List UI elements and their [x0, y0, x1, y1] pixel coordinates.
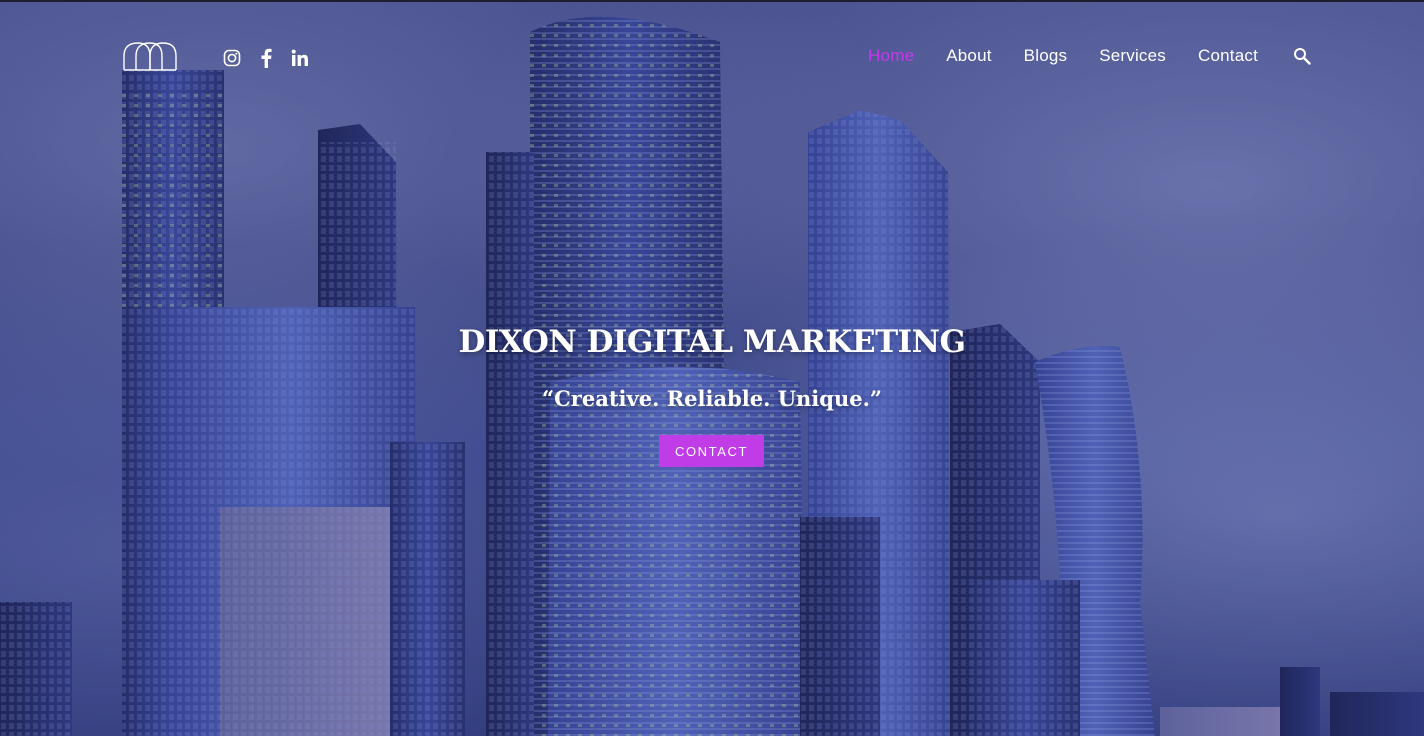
search-icon[interactable]	[1292, 46, 1312, 66]
nav-item-blogs[interactable]: Blogs	[1024, 46, 1068, 66]
instagram-icon[interactable]	[222, 48, 242, 68]
social-links	[222, 48, 310, 68]
nav-item-about[interactable]: About	[946, 46, 991, 66]
facebook-icon[interactable]	[256, 48, 276, 68]
hero-color-overlay	[0, 2, 1424, 736]
linkedin-icon[interactable]	[290, 48, 310, 68]
twin-arch-logo-icon[interactable]	[122, 40, 178, 72]
hero-tagline: “Creative. Reliable. Unique.”	[542, 386, 882, 411]
nav-item-services[interactable]: Services	[1099, 46, 1166, 66]
hero-section: Home About Blogs Services Contact DIXON …	[0, 0, 1424, 736]
nav-item-home[interactable]: Home	[868, 46, 914, 66]
contact-button[interactable]: CONTACT	[659, 435, 764, 467]
nav-item-contact[interactable]: Contact	[1198, 46, 1258, 66]
main-nav: Home About Blogs Services Contact	[836, 46, 1312, 66]
hero-title: DIXON DIGITAL MARKETING	[458, 324, 966, 360]
